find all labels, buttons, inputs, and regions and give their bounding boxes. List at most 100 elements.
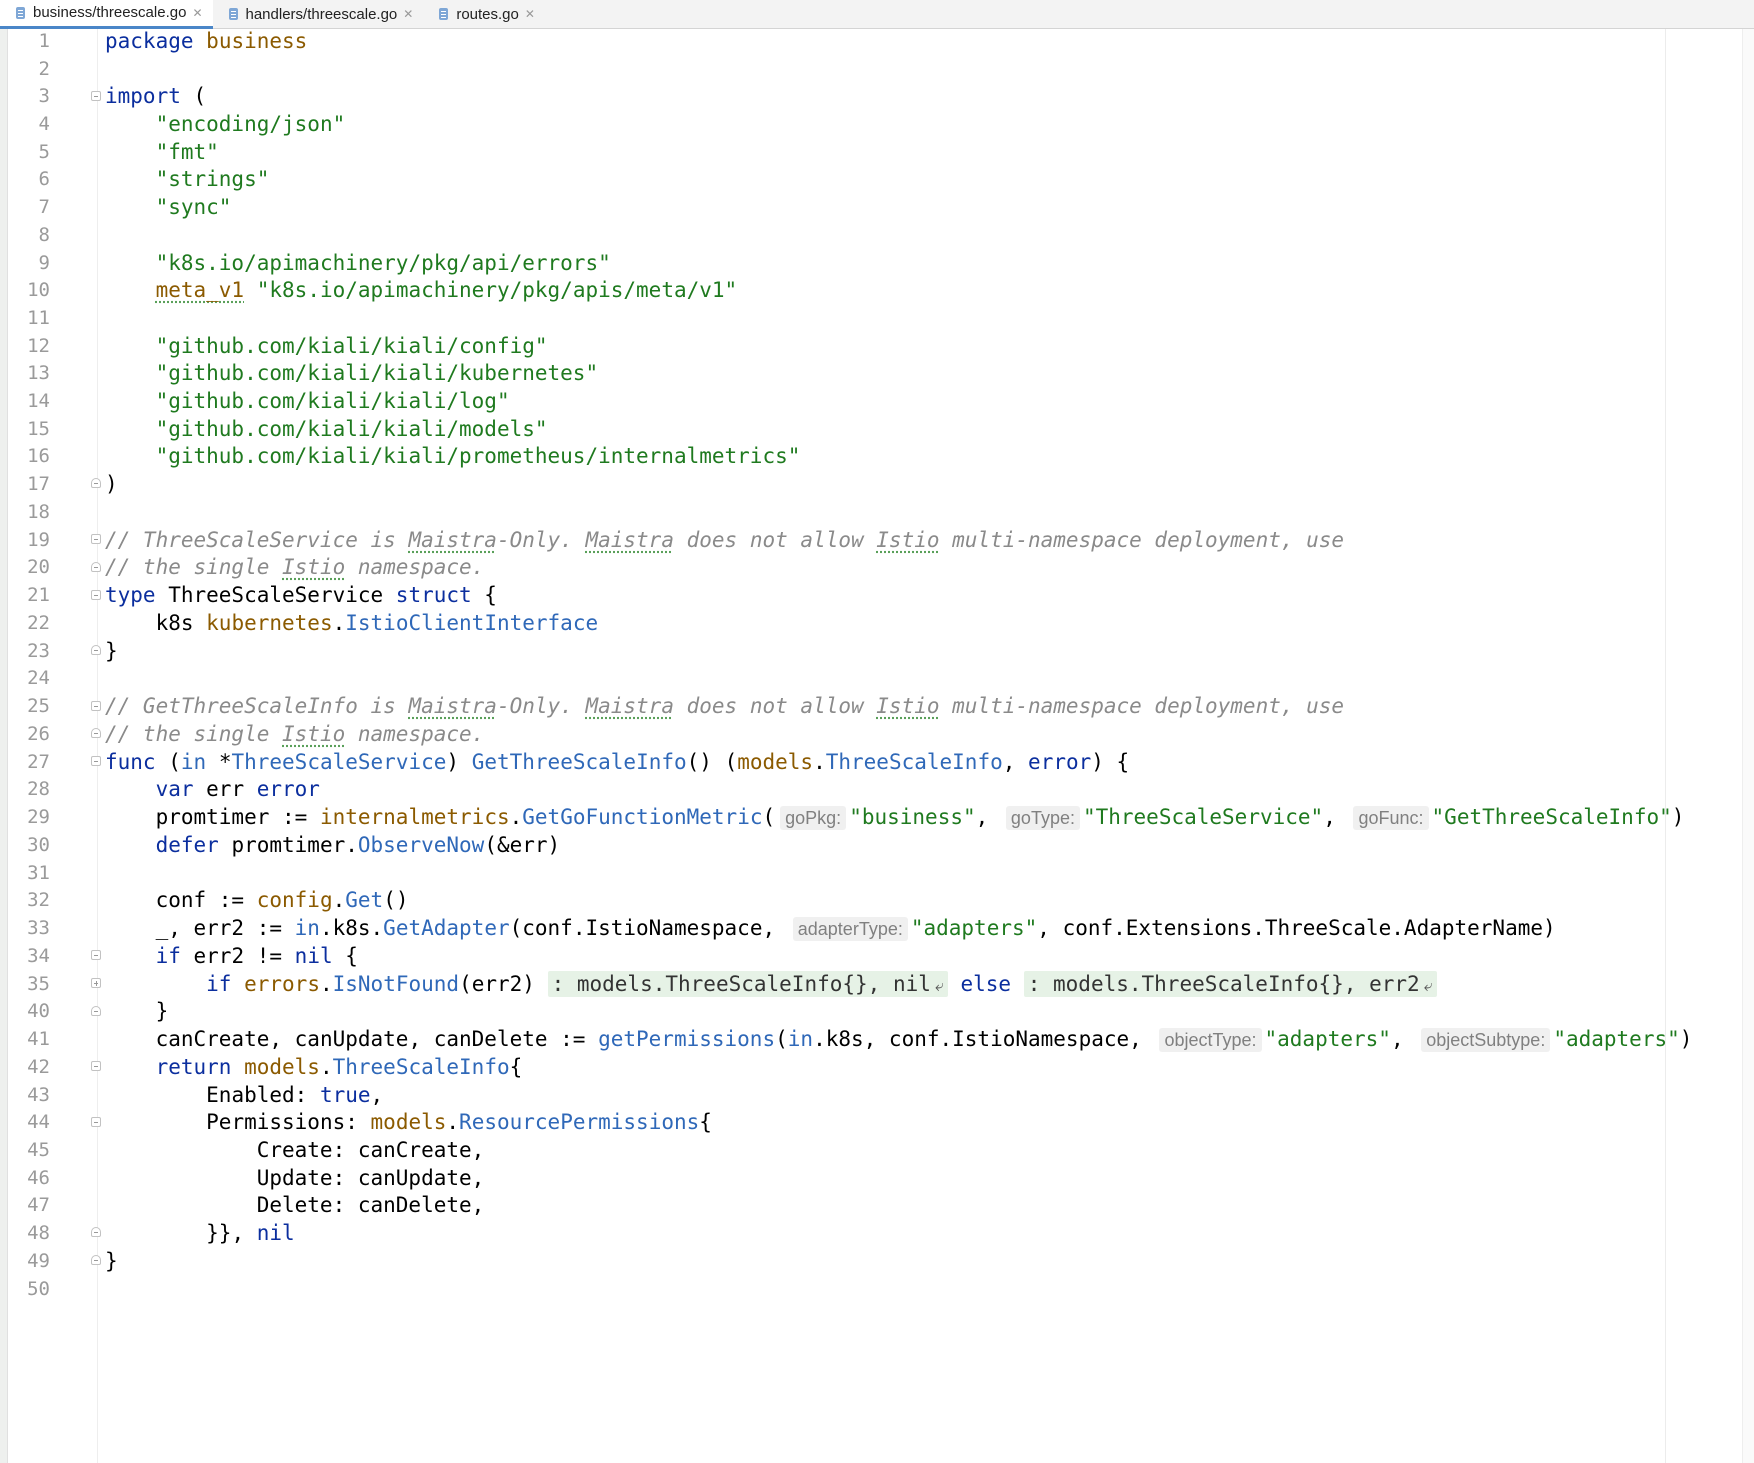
- tab-business-threescale[interactable]: business/threescale.go ✕: [0, 0, 213, 29]
- fold-toggle-icon[interactable]: [91, 590, 101, 600]
- fold-toggle-icon[interactable]: [91, 1117, 101, 1127]
- close-icon[interactable]: ✕: [525, 7, 535, 21]
- punct: ): [105, 472, 118, 496]
- tab-handlers-threescale[interactable]: handlers/threescale.go ✕: [213, 0, 424, 29]
- tab-label: business/threescale.go: [33, 4, 187, 21]
- code-line: Delete: canDelete,: [105, 1190, 485, 1221]
- identifier: conf :=: [155, 888, 257, 912]
- function-call: GetGoFunctionMetric: [522, 805, 763, 829]
- line-number: 47: [27, 1194, 50, 1216]
- punct: .: [446, 1110, 460, 1134]
- fold-toggle-icon[interactable]: [91, 562, 101, 572]
- field-name: Permissions:: [206, 1110, 371, 1134]
- identifier: , conf.Extensions.ThreeScale.AdapterName…: [1037, 916, 1556, 940]
- code-line: _, err2 := in.k8s.GetAdapter(conf.IstioN…: [105, 913, 1556, 944]
- identifier: .k8s, conf.IstioNamespace,: [813, 1027, 1155, 1051]
- folded-region[interactable]: : models.ThreeScaleInfo{}, err2 ⤶: [1023, 971, 1437, 997]
- punct: () (: [686, 750, 738, 774]
- fold-toggle-icon[interactable]: [91, 1061, 101, 1071]
- folded-text: : models.ThreeScaleInfo{}, err2: [1027, 972, 1420, 996]
- line-number: 40: [27, 1000, 50, 1022]
- go-file-icon: [439, 8, 449, 20]
- punct: }},: [206, 1221, 257, 1245]
- line-number: 14: [27, 390, 50, 412]
- tab-routes[interactable]: routes.go ✕: [423, 0, 545, 29]
- keyword: defer: [155, 833, 219, 857]
- vertical-scrollbar[interactable]: [1742, 29, 1754, 1463]
- line-number: 29: [27, 806, 50, 828]
- code-line: meta_v1 "k8s.io/apimachinery/pkg/apis/me…: [105, 275, 738, 306]
- comment-text: multi-namespace deployment, use: [939, 694, 1345, 718]
- punct: }: [155, 999, 169, 1023]
- string-literal: "GetThreeScaleInfo": [1431, 805, 1672, 829]
- close-icon[interactable]: ✕: [192, 6, 202, 20]
- punct: }: [105, 639, 118, 663]
- type-ref: ResourcePermissions: [459, 1110, 700, 1134]
- comment-text: Maistra: [585, 694, 674, 718]
- import-path: "k8s.io/apimachinery/pkg/apis/meta/v1": [256, 278, 738, 302]
- keyword: import: [105, 84, 181, 108]
- package-ref: errors: [244, 972, 320, 996]
- fold-toggle-icon[interactable]: [91, 756, 101, 766]
- line-number: 1: [38, 30, 50, 52]
- punct: ,: [975, 805, 1001, 829]
- gutter-divider: [97, 29, 98, 1463]
- line-number: 8: [38, 224, 50, 246]
- field-assignment: Delete: canDelete,: [256, 1193, 485, 1217]
- code-line: if errors.IsNotFound(err2) : models.Thre…: [105, 969, 1437, 1000]
- package-ref: internalmetrics: [319, 805, 510, 829]
- close-icon[interactable]: ✕: [403, 7, 413, 21]
- comment-text: does not allow: [673, 528, 877, 552]
- code-line: k8s kubernetes.IstioClientInterface: [105, 608, 599, 639]
- code-line: Permissions: models.ResourcePermissions{: [105, 1107, 712, 1138]
- keyword: return: [155, 1055, 232, 1079]
- package-ref: models: [244, 1055, 320, 1079]
- identifier: .k8s.: [319, 916, 384, 940]
- package-ref: models: [737, 750, 814, 774]
- comment-text: does not allow: [673, 694, 877, 718]
- line-number: 11: [27, 307, 50, 329]
- keyword: else: [960, 972, 1012, 996]
- keyword: func: [105, 750, 156, 774]
- fold-toggle-icon[interactable]: [91, 645, 101, 655]
- package-ref: kubernetes: [206, 611, 333, 635]
- punct: ,: [1323, 805, 1349, 829]
- fold-toggle-icon[interactable]: [91, 534, 101, 544]
- code-line: type ThreeScaleService struct {: [105, 580, 497, 611]
- fold-toggle-icon[interactable]: [91, 728, 101, 738]
- receiver: in: [294, 916, 320, 940]
- return-arrow-icon: ⤶: [934, 976, 944, 995]
- go-file-icon: [228, 8, 238, 20]
- identifier: (err2): [459, 972, 548, 996]
- comment-text: Maistra: [585, 528, 674, 552]
- line-number: 16: [27, 445, 50, 467]
- field-assignment: Create: canCreate,: [256, 1138, 485, 1162]
- import-path: "sync": [155, 195, 232, 219]
- keyword: true: [319, 1083, 371, 1107]
- fold-toggle-icon[interactable]: [91, 91, 101, 101]
- line-number: 45: [27, 1139, 50, 1161]
- line-number: 24: [27, 667, 50, 689]
- line-number: 3: [38, 85, 50, 107]
- comment-text: multi-namespace deployment, use: [939, 528, 1345, 552]
- fold-toggle-icon[interactable]: [91, 478, 101, 488]
- comment-text: // the single: [105, 555, 283, 579]
- punct: {: [699, 1110, 712, 1134]
- string-literal: "adapters": [910, 916, 1038, 940]
- punct: .: [319, 972, 333, 996]
- import-path: "fmt": [155, 140, 219, 164]
- identifier: promtimer :=: [155, 805, 320, 829]
- function-call: IsNotFound: [332, 972, 460, 996]
- fold-expand-icon[interactable]: [91, 978, 101, 988]
- folded-region[interactable]: : models.ThreeScaleInfo{}, nil ⤶: [547, 971, 948, 997]
- comment-text: Istio: [876, 694, 940, 718]
- code-line: package business: [105, 26, 307, 57]
- fold-toggle-icon[interactable]: [91, 950, 101, 960]
- punct: .: [332, 888, 346, 912]
- fold-toggle-icon[interactable]: [91, 1255, 101, 1265]
- fold-toggle-icon[interactable]: [91, 701, 101, 711]
- field-name: k8s: [155, 611, 207, 635]
- fold-toggle-icon[interactable]: [91, 1006, 101, 1016]
- code-line: if err2 != nil {: [105, 941, 358, 972]
- fold-toggle-icon[interactable]: [91, 1227, 101, 1237]
